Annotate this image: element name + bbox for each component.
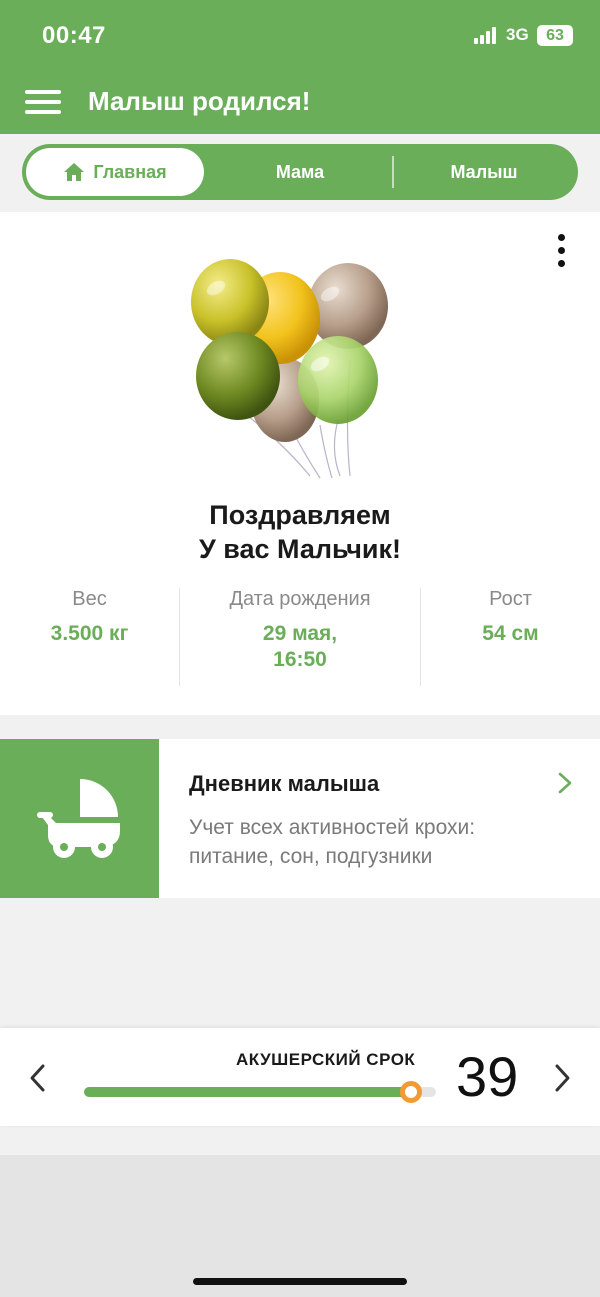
diary-description: Учет всех активностей крохи: питание, со… [189, 816, 476, 868]
term-progress-track [84, 1081, 436, 1103]
tabs-container: Главная Мама Малыш [0, 134, 600, 212]
tab-baby-label: Малыш [450, 161, 518, 182]
segmented-tabs: Главная Мама Малыш [22, 144, 578, 200]
stat-height-value: 54 см [482, 622, 539, 645]
term-label: АКУШЕРСКИЙ СРОК [236, 1050, 416, 1069]
stat-height-label: Рост [489, 588, 532, 610]
more-options-icon[interactable] [552, 234, 572, 270]
stat-birth-date-label: Дата рождения [229, 588, 371, 610]
hamburger-menu-icon[interactable] [25, 88, 61, 116]
stat-weight: Вес 3.500 кг [0, 588, 179, 647]
stat-birth-date: Дата рождения 29 мая, 16:50 [180, 588, 420, 673]
app-header: Малыш родился! [0, 72, 600, 134]
chevron-left-icon[interactable] [26, 1062, 50, 1094]
stat-birth-date-line-1: 29 мая, [262, 622, 338, 645]
home-icon [64, 163, 85, 181]
tab-home[interactable]: Главная [26, 148, 204, 196]
battery-level: 63 [546, 27, 564, 44]
stat-birth-date-value: 29 мая, 16:50 [180, 621, 420, 673]
stat-height: Рост 54 см [421, 588, 600, 647]
tab-mama-label: Мама [275, 161, 325, 182]
chevron-right-icon [558, 772, 572, 794]
battery-icon: 63 [537, 25, 573, 46]
tab-mama[interactable]: Мама [208, 144, 392, 200]
congrats-heading: Поздравляем У вас Мальчик! [0, 498, 600, 566]
page-title: Малыш родился! [88, 86, 311, 116]
stat-weight-label: Вес [72, 588, 107, 610]
birth-summary-card: Поздравляем У вас Мальчик! Вес 3.500 кг … [0, 212, 600, 715]
tab-baby[interactable]: Малыш [394, 144, 574, 200]
chevron-right-icon[interactable] [550, 1062, 574, 1094]
bottom-area [0, 1155, 600, 1297]
diary-title: Дневник малыша [189, 771, 380, 796]
status-bar: 00:47 3G 63 [0, 0, 600, 72]
status-time: 00:47 [42, 22, 106, 49]
diary-icon-box [0, 739, 159, 898]
signal-icon [474, 27, 500, 44]
congrats-line-2: У вас Мальчик! [198, 534, 402, 564]
balloons-illustration [191, 259, 388, 479]
stat-weight-value: 3.500 кг [50, 622, 129, 645]
obstetric-term-bar: АКУШЕРСКИЙ СРОК 39 [0, 1028, 600, 1126]
stat-birth-date-line-2: 16:50 [273, 648, 327, 671]
term-slider-knob[interactable] [400, 1081, 423, 1103]
term-week-number: 39 [456, 1045, 519, 1108]
congrats-line-1: Поздравляем [209, 500, 391, 530]
baby-stroller-icon [37, 779, 120, 858]
birth-stats: Вес 3.500 кг Дата рождения 29 мая, 16:50… [0, 588, 600, 686]
term-progress-fill [84, 1087, 412, 1097]
network-type: 3G [506, 25, 529, 44]
tab-home-label: Главная [93, 161, 167, 182]
baby-diary-card[interactable]: Дневник малыша Учет всех активностей кро… [0, 739, 600, 898]
home-indicator[interactable] [193, 1278, 407, 1285]
